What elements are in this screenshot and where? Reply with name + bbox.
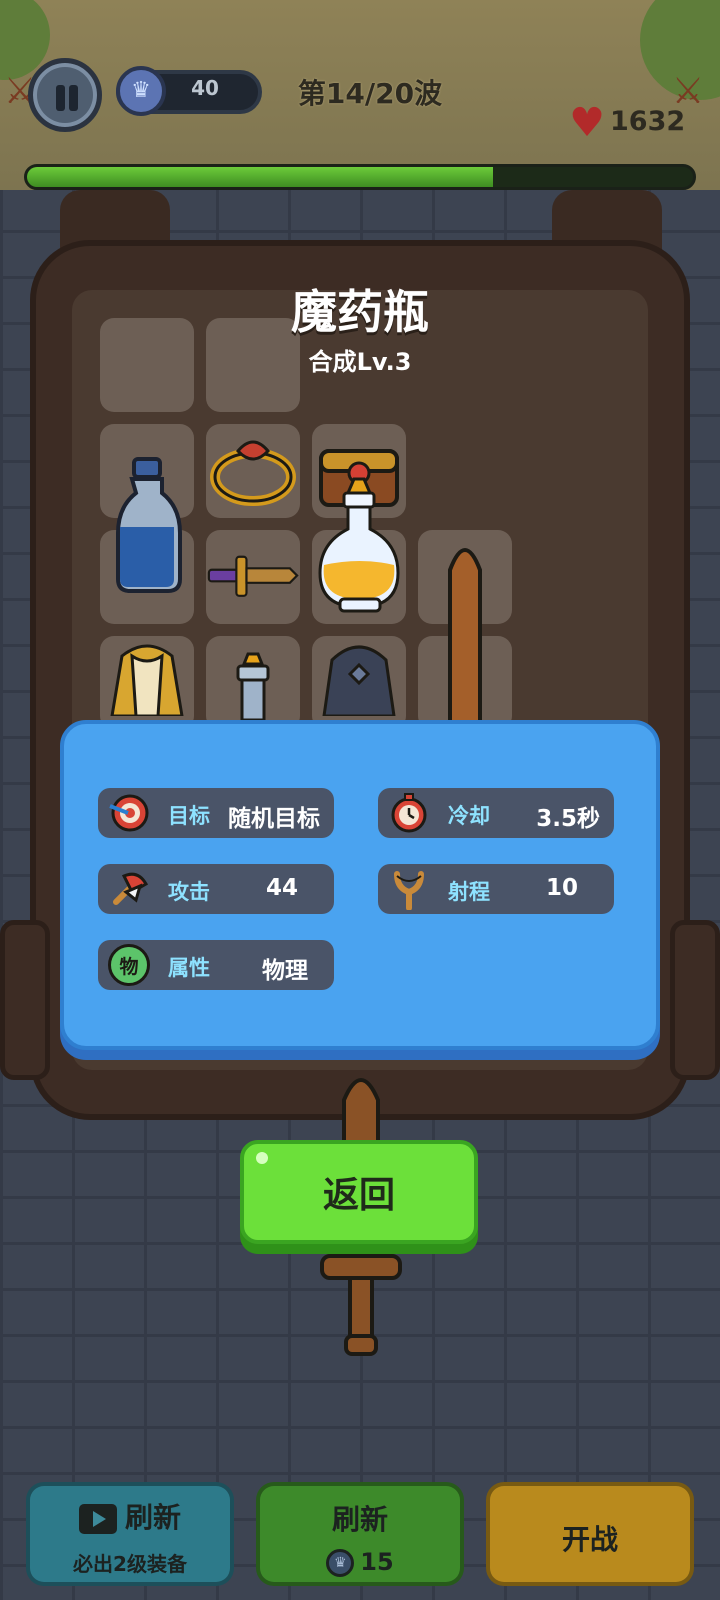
hp-value: 1632: [610, 106, 686, 137]
video-ad-icon: [78, 1504, 117, 1534]
stat-attribute: 物 属性 物理: [98, 940, 334, 990]
refresh-ad-sub: 必出2级装备: [73, 1552, 187, 1576]
backpack-pocket-right: [670, 920, 720, 1080]
target-icon: [108, 792, 150, 834]
stat-attack-value: 44: [265, 875, 298, 901]
refresh-ad-button[interactable]: 刷新 必出2级装备: [26, 1482, 234, 1586]
stat-cooldown-value: 3.5秒: [536, 806, 600, 832]
physical-attribute-icon: 物: [108, 944, 150, 986]
button-shine: [256, 1152, 268, 1164]
item-stats-panel: 目标 随机目标 冷却 3.5秒 攻击 44 射程 10 物 属性 物理: [60, 720, 660, 1050]
stat-target: 目标 随机目标: [98, 788, 334, 838]
wave-counter: 第14/20波: [297, 77, 443, 110]
stopwatch-icon: [388, 792, 430, 834]
stat-cooldown: 冷却 3.5秒: [378, 788, 614, 838]
wave-progress-bar: [24, 164, 696, 190]
gold-cape-item[interactable]: [100, 636, 194, 716]
stat-attack: 攻击 44: [98, 864, 334, 914]
refresh-gem-label: 刷新: [331, 1503, 388, 1536]
blue-potion-item[interactable]: [100, 450, 194, 600]
stat-range-label: 射程: [448, 880, 490, 904]
stat-target-label: 目标: [168, 804, 210, 828]
stat-cooldown-label: 冷却: [448, 804, 490, 828]
dark-cloak-item[interactable]: [312, 636, 406, 716]
gem-count: 40: [191, 76, 219, 100]
wooden-sword-item[interactable]: [418, 530, 512, 730]
gem-icon-small: ♛: [326, 1549, 355, 1577]
heart-icon: ♥: [569, 100, 605, 146]
magic-potion-item[interactable]: [312, 470, 406, 630]
stat-attribute-label: 属性: [168, 956, 210, 980]
stat-range: 射程 10: [378, 864, 614, 914]
gem-icon: ♛: [116, 66, 166, 116]
purple-sword-item[interactable]: [206, 530, 300, 624]
gold-ring-item[interactable]: [206, 424, 300, 518]
axe-icon: [108, 868, 150, 910]
start-battle-label: 开战: [561, 1523, 618, 1556]
stat-attribute-value: 物理: [262, 958, 308, 984]
small-bottle-item[interactable]: [206, 650, 300, 720]
stat-range-value: 10: [545, 875, 578, 901]
wave-progress-fill: [27, 167, 494, 187]
item-name-title: 魔药瓶: [291, 285, 429, 339]
item-level: 合成Lv.3: [308, 348, 412, 376]
stat-target-value: 随机目标: [228, 806, 320, 832]
slingshot-icon: [388, 868, 430, 910]
refresh-gem-button[interactable]: 刷新 ♛ 15: [256, 1482, 464, 1586]
pause-button[interactable]: [28, 58, 102, 132]
back-button[interactable]: 返回: [240, 1140, 478, 1244]
backpack-pocket-left: [0, 920, 50, 1080]
refresh-gem-cost: 15: [360, 1548, 394, 1576]
back-button-label: 返回: [322, 1175, 395, 1216]
refresh-ad-label: 刷新: [124, 1501, 181, 1534]
start-battle-button[interactable]: 开战: [486, 1482, 694, 1586]
stat-attack-label: 攻击: [168, 880, 210, 904]
